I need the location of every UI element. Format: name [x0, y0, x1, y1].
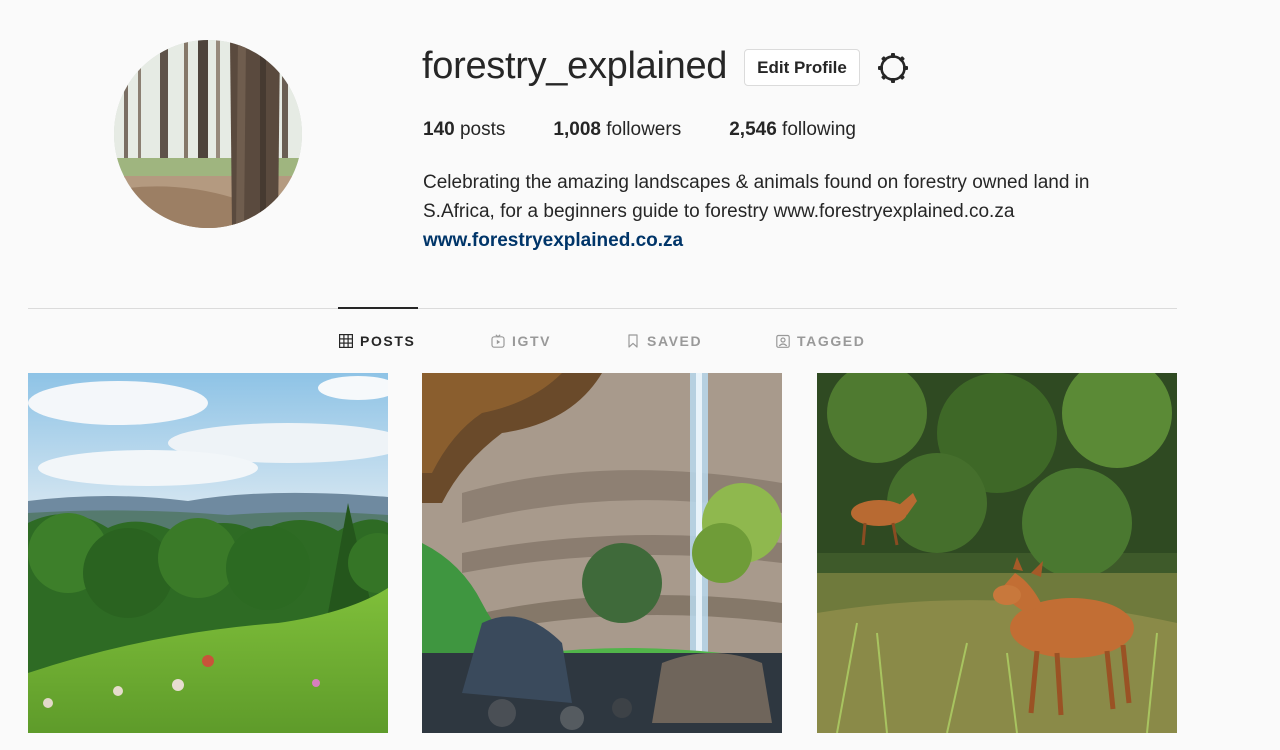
tab-posts-label: POSTS: [360, 333, 416, 349]
bio-line-1: Celebrating the amazing landscapes & ani…: [423, 172, 1090, 193]
tv-icon: [491, 334, 505, 348]
following-count: 2,546: [729, 119, 777, 140]
grid-icon: [339, 334, 353, 348]
profile-bio: Celebrating the amazing landscapes & ani…: [423, 168, 1163, 255]
tabs-divider: [28, 308, 1177, 309]
posts-label: posts: [459, 119, 506, 140]
posts-count: 140: [423, 119, 455, 140]
post-waterfall[interactable]: [422, 373, 782, 733]
profile-stats: 140 posts 1,008 followers 2,546 followin…: [423, 119, 904, 141]
following-label: following: [782, 119, 856, 140]
followers-label: followers: [606, 119, 682, 140]
following-stat[interactable]: 2,546 following: [729, 119, 856, 141]
tab-posts[interactable]: POSTS: [339, 331, 415, 351]
gear-icon[interactable]: [876, 51, 910, 85]
tab-saved[interactable]: SAVED: [626, 331, 702, 351]
edit-profile-button[interactable]: Edit Profile: [744, 49, 860, 86]
profile-username: forestry_explained: [422, 45, 728, 87]
active-tab-indicator: [338, 307, 418, 309]
post-landscape[interactable]: [28, 373, 388, 733]
profile-page: forestry_explained Edit Profile 140 post…: [0, 0, 1280, 750]
tab-tagged[interactable]: TAGGED: [776, 331, 865, 351]
tab-saved-label: SAVED: [647, 333, 703, 349]
followers-stat[interactable]: 1,008 followers: [553, 119, 681, 141]
tag-portrait-icon: [776, 334, 790, 348]
website-link[interactable]: www.forestryexplained.co.za: [423, 226, 1163, 255]
profile-avatar[interactable]: [114, 40, 302, 228]
posts-stat: 140 posts: [423, 119, 505, 141]
bio-line-2: S.Africa, for a beginners guide to fores…: [423, 201, 1015, 222]
post-antelope[interactable]: [817, 373, 1177, 733]
followers-count: 1,008: [553, 119, 601, 140]
bookmark-icon: [628, 334, 638, 348]
tab-igtv-label: IGTV: [512, 333, 552, 349]
tab-tagged-label: TAGGED: [797, 333, 866, 349]
tab-igtv[interactable]: IGTV: [491, 331, 551, 351]
